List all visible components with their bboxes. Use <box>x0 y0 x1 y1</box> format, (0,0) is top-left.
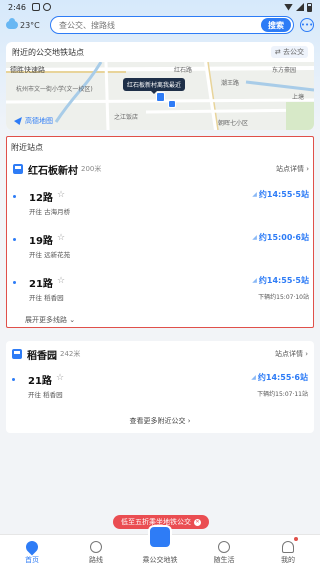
close-icon[interactable]: ✕ <box>194 518 201 526</box>
map-tooltip: 红石板新村离我最近 <box>123 78 186 94</box>
route-name: 21路 <box>29 279 53 290</box>
section-title: 附近站点 <box>11 143 43 152</box>
sync-icon <box>42 3 51 11</box>
route-eta: ◢ 约14:55·5站 <box>252 190 309 199</box>
tab-me[interactable]: 我的 <box>256 535 320 568</box>
route-dot <box>13 195 16 198</box>
map-view[interactable]: 德胜快速路 杭州市文一街小学(文一校区) 红石路 东方豪园 潮王路 上塘 之江饭… <box>6 62 314 130</box>
bus-stop-pin-icon[interactable] <box>168 100 176 108</box>
stop-header[interactable]: 红石板新村 200米 站点详情 › <box>13 161 309 177</box>
status-bar: 2:46 <box>0 0 320 14</box>
search-button[interactable]: 搜索 <box>261 18 291 32</box>
notification-dot <box>294 537 298 541</box>
map-label: 之江饭店 <box>114 114 139 121</box>
map-label: 东方豪园 <box>272 67 297 74</box>
stop-header[interactable]: 稻香园 242米 站点详情 › <box>12 346 308 362</box>
message-icon[interactable]: ••• <box>300 18 314 32</box>
route-row[interactable]: 12路 ☆ 开往 古海月桥 ◢ 约14:55·5站 <box>13 187 309 221</box>
route-icon <box>90 541 102 553</box>
battery-icon <box>307 2 312 12</box>
bus-stop-pin-icon[interactable] <box>156 92 165 102</box>
weather-temp: 23°C <box>20 20 40 30</box>
route-dot <box>13 281 16 284</box>
stop-name: 红石板新村 <box>28 165 78 177</box>
star-icon[interactable]: ☆ <box>56 373 64 383</box>
stop-distance: 242米 <box>60 350 81 358</box>
nearby-stations-card: 附近站点 红石板新村 200米 站点详情 › 12路 ☆ 开往 古海月桥 ◢ 约1… <box>6 136 314 328</box>
route-direction: 开往 稻香园 <box>28 391 63 399</box>
route-dot <box>13 238 16 241</box>
map-label: 朝晖七小区 <box>218 120 249 127</box>
route-eta: ◢ 约15:00·6站 <box>252 233 309 242</box>
route-direction: 开往 稻香园 <box>29 294 64 302</box>
route-row[interactable]: 21路 ☆ 开往 稻香园 ◢ 约14:55·6站 下辆约15:07·11站 <box>12 370 308 404</box>
tab-bar: 首页 路线 乘公交地铁 随生活 我的 <box>0 525 320 568</box>
stop-detail-link[interactable]: 站点详情 › <box>276 164 309 174</box>
realtime-icon: ◢ <box>252 277 257 284</box>
realtime-icon: ◢ <box>252 234 257 241</box>
header: 23°C 搜索 ••• <box>0 14 320 36</box>
qr-code-icon <box>148 525 172 549</box>
go-bus-link[interactable]: ⇄ 去公交 <box>270 46 308 58</box>
route-eta: ◢ 约14:55·5站 <box>252 276 309 285</box>
stop-card: 稻香园 242米 站点详情 › 21路 ☆ 开往 稻香园 ◢ 约14:55·6站 … <box>6 341 314 433</box>
bus-icon <box>13 164 23 174</box>
stop-name: 稻香园 <box>27 350 57 362</box>
next-bus: 下辆约15:07·10站 <box>258 294 309 301</box>
realtime-icon: ◢ <box>251 374 256 381</box>
route-name: 21路 <box>28 376 52 387</box>
life-icon <box>218 541 230 553</box>
search-box[interactable]: 搜索 <box>50 16 294 34</box>
realtime-icon: ◢ <box>252 191 257 198</box>
route-direction: 开往 古海月桥 <box>29 208 71 216</box>
star-icon[interactable]: ☆ <box>57 233 65 243</box>
map-card: 附近的公交地铁站点 ⇄ 去公交 德胜快速路 杭州市文一街小学(文一校区) 红石路… <box>6 42 314 130</box>
user-icon <box>282 541 294 553</box>
route-name: 19路 <box>29 236 53 247</box>
star-icon[interactable]: ☆ <box>57 276 65 286</box>
route-name: 12路 <box>29 193 53 204</box>
map-label: 上塘 <box>292 94 305 101</box>
notification-icon <box>31 3 40 11</box>
signal-icon <box>296 3 304 11</box>
map-label: 潮王路 <box>221 80 240 87</box>
expand-more-routes[interactable]: 展开更多线路 ⌄ <box>7 315 313 325</box>
map-label: 杭州市文一街小学(文一校区) <box>16 86 93 93</box>
home-icon <box>23 538 41 556</box>
cloud-icon <box>6 18 18 29</box>
tab-home[interactable]: 首页 <box>0 535 64 568</box>
wifi-icon <box>284 3 293 11</box>
route-row[interactable]: 21路 ☆ 开往 稻香园 ◢ 约14:55·5站 下辆约15:07·10站 <box>13 273 309 307</box>
view-more-nearby[interactable]: 查看更多附近公交 › <box>6 416 314 426</box>
tab-life[interactable]: 随生活 <box>192 535 256 568</box>
bus-icon <box>12 349 22 359</box>
weather-widget[interactable]: 23°C <box>6 18 50 30</box>
map-label: 红石路 <box>174 67 193 74</box>
search-input[interactable] <box>59 20 293 30</box>
star-icon[interactable]: ☆ <box>57 190 65 200</box>
map-card-title: 附近的公交地铁站点 <box>12 47 84 57</box>
route-direction: 开往 远新花苑 <box>29 251 71 259</box>
route-row[interactable]: 19路 ☆ 开往 远新花苑 ◢ 约15:00·6站 <box>13 230 309 264</box>
map-label: 德胜快速路 <box>10 66 45 74</box>
amap-logo: 高德地图 <box>14 116 53 126</box>
stop-distance: 200米 <box>81 165 102 173</box>
next-bus: 下辆约15:07·11站 <box>257 391 308 398</box>
status-time: 2:46 <box>8 2 26 12</box>
tab-route[interactable]: 路线 <box>64 535 128 568</box>
route-eta: ◢ 约14:55·6站 <box>251 373 308 382</box>
tab-metro[interactable]: 乘公交地铁 <box>128 525 192 568</box>
stop-detail-link[interactable]: 站点详情 › <box>275 349 308 359</box>
navigation-arrow-icon <box>14 117 22 125</box>
route-dot <box>12 378 15 381</box>
